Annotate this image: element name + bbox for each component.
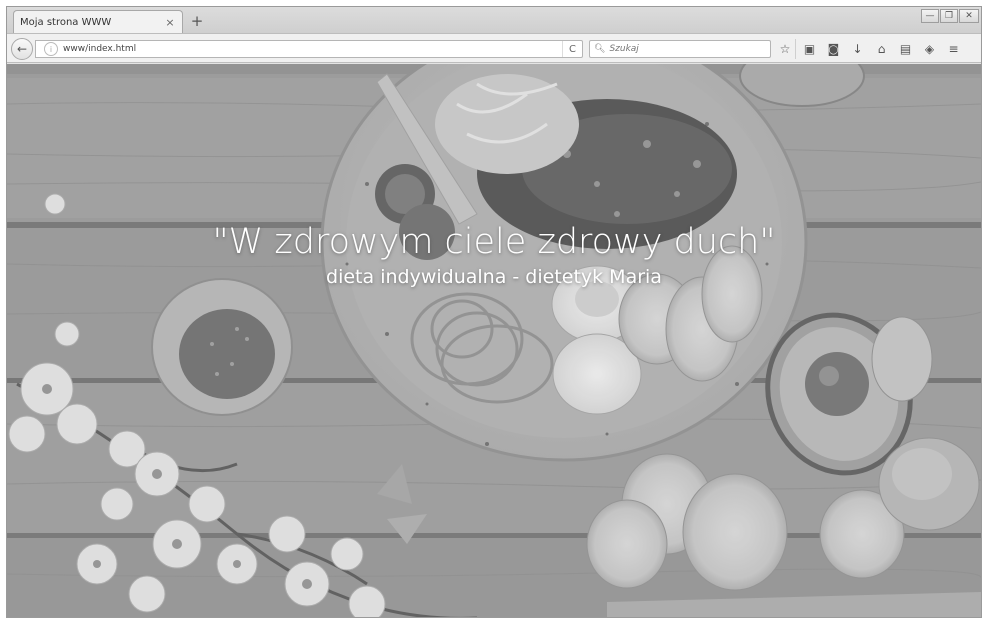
pocket-icon[interactable]: ◙ — [823, 39, 844, 59]
download-icon[interactable]: ↓ — [847, 39, 868, 59]
star-icon[interactable]: ☆ — [775, 39, 796, 59]
home-icon[interactable]: ⌂ — [871, 39, 892, 59]
url-text[interactable]: www/index.html — [63, 44, 562, 54]
tab-active[interactable]: Moja strona WWW × — [13, 10, 183, 34]
close-window-button[interactable]: ✕ — [959, 9, 979, 23]
menu-icon[interactable]: ≡ — [943, 39, 964, 59]
site-info-icon[interactable]: i — [44, 42, 58, 56]
address-bar[interactable]: i www/index.html C — [35, 40, 583, 58]
reader-icon[interactable]: ▤ — [895, 39, 916, 59]
search-bar[interactable]: 🔍︎ — [589, 40, 771, 58]
new-tab-button[interactable]: + — [189, 12, 205, 30]
clipboard-icon[interactable]: ▣ — [799, 39, 820, 59]
window-controls: — ❐ ✕ — [920, 9, 979, 23]
minimize-button[interactable]: — — [921, 9, 939, 23]
search-input[interactable] — [609, 44, 760, 54]
tab-strip: Moja strona WWW × + — ❐ ✕ — [7, 7, 981, 34]
back-button[interactable]: ← — [11, 38, 33, 60]
hero-background-image — [7, 64, 981, 617]
browser-window: Moja strona WWW × + — ❐ ✕ ← i www/index.… — [6, 6, 982, 618]
extension-icon[interactable]: ◈ — [919, 39, 940, 59]
tab-title: Moja strona WWW — [20, 17, 112, 28]
maximize-button[interactable]: ❐ — [940, 9, 958, 23]
reload-icon[interactable]: C — [562, 41, 582, 57]
navigation-bar: ← i www/index.html C 🔍︎ ☆ ▣ ◙ ↓ ⌂ ▤ ◈ ≡ — [7, 33, 981, 63]
toolbar-icons: ☆ ▣ ◙ ↓ ⌂ ▤ ◈ ≡ — [775, 39, 967, 59]
search-icon: 🔍︎ — [594, 44, 606, 54]
hero-headline: "W zdrowym ciele zdrowy duch" — [212, 222, 776, 262]
hero-subheadline: dieta indywidualna - dietetyk Maria — [326, 266, 662, 288]
tab-close-icon[interactable]: × — [164, 16, 176, 29]
page-content: "W zdrowym ciele zdrowy duch" dieta indy… — [7, 64, 981, 617]
